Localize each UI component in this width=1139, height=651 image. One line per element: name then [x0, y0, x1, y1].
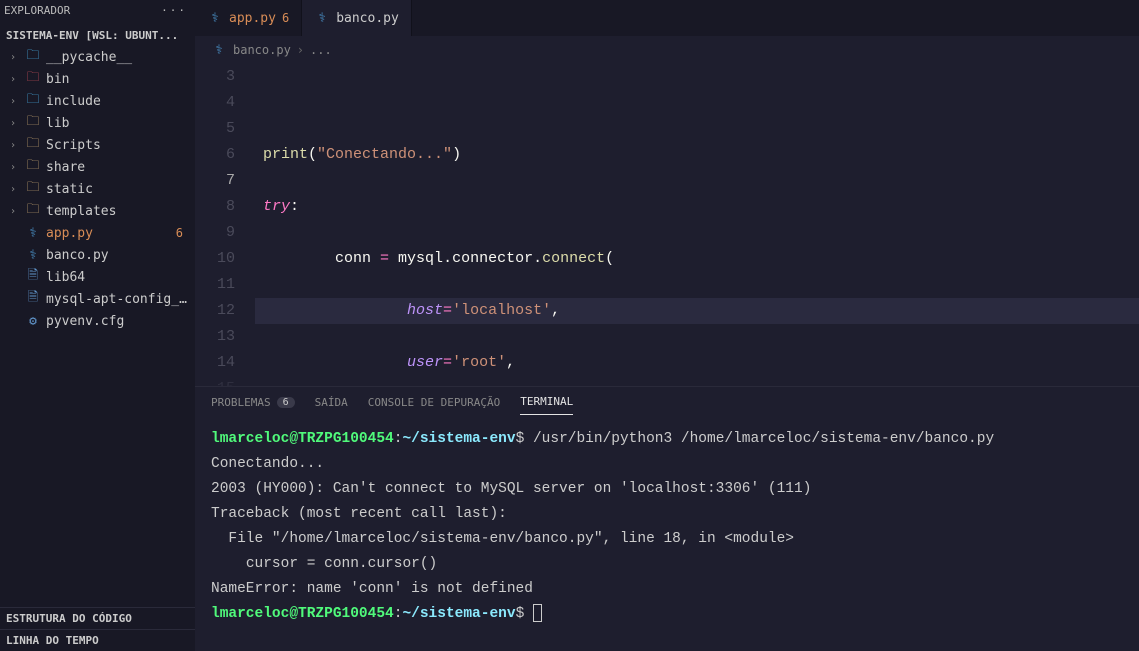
problems-badge: 6 [176, 226, 191, 240]
folder-icon: 🗀 [25, 178, 41, 200]
chevron-right-icon: › [10, 74, 20, 85]
file-lib64[interactable]: 🗎lib64 [0, 266, 195, 288]
folder-pycache[interactable]: ›🗀__pycache__ [0, 46, 195, 68]
folder-icon: 🗀 [25, 68, 41, 90]
file-app-py[interactable]: ⚕app.py6 [0, 222, 195, 244]
cursor-icon [533, 604, 542, 622]
folder-templates[interactable]: ›🗀templates [0, 200, 195, 222]
timeline-section[interactable]: LINHA DO TEMPO [0, 629, 195, 651]
folder-bin[interactable]: ›🗀bin [0, 68, 195, 90]
code-area[interactable]: print("Conectando...") try: conn = mysql… [255, 64, 1139, 386]
folder-icon: 🗀 [25, 46, 41, 68]
file-icon: 🗎 [25, 288, 41, 310]
file-tree: ›🗀__pycache__ ›🗀bin ›🗀include ›🗀lib ›🗀Sc… [0, 46, 195, 607]
python-icon: ⚕ [211, 43, 227, 58]
tab-problems[interactable]: PROBLEMAS 6 [211, 395, 295, 415]
python-icon: ⚕ [25, 226, 41, 241]
folder-scripts[interactable]: ›🗀Scripts [0, 134, 195, 156]
python-icon: ⚕ [314, 11, 330, 26]
folder-share[interactable]: ›🗀share [0, 156, 195, 178]
line-gutter: 3456789101112131415 [195, 64, 255, 386]
tab-app-py[interactable]: ⚕ app.py 6 [195, 0, 302, 36]
problems-count-badge: 6 [277, 397, 295, 408]
workspace-title[interactable]: SISTEMA-ENV [WSL: UBUNT... [0, 25, 195, 46]
more-icon[interactable]: ··· [161, 4, 187, 17]
sidebar: EXPLORADOR ··· SISTEMA-ENV [WSL: UBUNT..… [0, 0, 195, 651]
python-icon: ⚕ [25, 248, 41, 263]
folder-lib[interactable]: ›🗀lib [0, 112, 195, 134]
bottom-panel: PROBLEMAS 6 SAÍDA CONSOLE DE DEPURAÇÃO T… [195, 386, 1139, 651]
chevron-right-icon: › [10, 52, 20, 63]
tab-banco-py[interactable]: ⚕ banco.py [302, 0, 412, 36]
code-editor[interactable]: 3456789101112131415 print("Conectando...… [195, 64, 1139, 386]
chevron-right-icon: › [10, 96, 20, 107]
tab-debug-console[interactable]: CONSOLE DE DEPURAÇÃO [368, 395, 500, 415]
chevron-right-icon: › [10, 140, 20, 151]
folder-icon: 🗀 [25, 90, 41, 112]
file-pyvenv-cfg[interactable]: ⚙pyvenv.cfg [0, 310, 195, 332]
outline-section[interactable]: ESTRUTURA DO CÓDIGO [0, 607, 195, 629]
file-mysql-apt-config[interactable]: 🗎mysql-apt-config_0... [0, 288, 195, 310]
chevron-right-icon: › [10, 118, 20, 129]
breadcrumb[interactable]: ⚕ banco.py › ... [195, 36, 1139, 64]
explorer-title: EXPLORADOR [4, 4, 70, 17]
editor-tabs: ⚕ app.py 6 ⚕ banco.py [195, 0, 1139, 36]
tab-output[interactable]: SAÍDA [315, 395, 348, 415]
folder-icon: 🗀 [25, 134, 41, 156]
file-banco-py[interactable]: ⚕banco.py [0, 244, 195, 266]
chevron-right-icon: › [10, 162, 20, 173]
folder-include[interactable]: ›🗀include [0, 90, 195, 112]
folder-icon: 🗀 [25, 156, 41, 178]
terminal[interactable]: lmarceloc@TRZPG100454:~/sistema-env$ /us… [195, 415, 1139, 651]
folder-icon: 🗀 [25, 112, 41, 134]
folder-icon: 🗀 [25, 200, 41, 222]
explorer-header: EXPLORADOR ··· [0, 0, 195, 25]
gear-icon: ⚙ [25, 314, 41, 329]
chevron-right-icon: › [10, 184, 20, 195]
python-icon: ⚕ [207, 11, 223, 26]
file-icon: 🗎 [25, 266, 41, 288]
chevron-right-icon: › [10, 206, 20, 217]
tab-terminal[interactable]: TERMINAL [520, 395, 573, 415]
main: ⚕ app.py 6 ⚕ banco.py ⚕ banco.py › ... 3… [195, 0, 1139, 651]
folder-static[interactable]: ›🗀static [0, 178, 195, 200]
panel-tabs: PROBLEMAS 6 SAÍDA CONSOLE DE DEPURAÇÃO T… [195, 387, 1139, 415]
